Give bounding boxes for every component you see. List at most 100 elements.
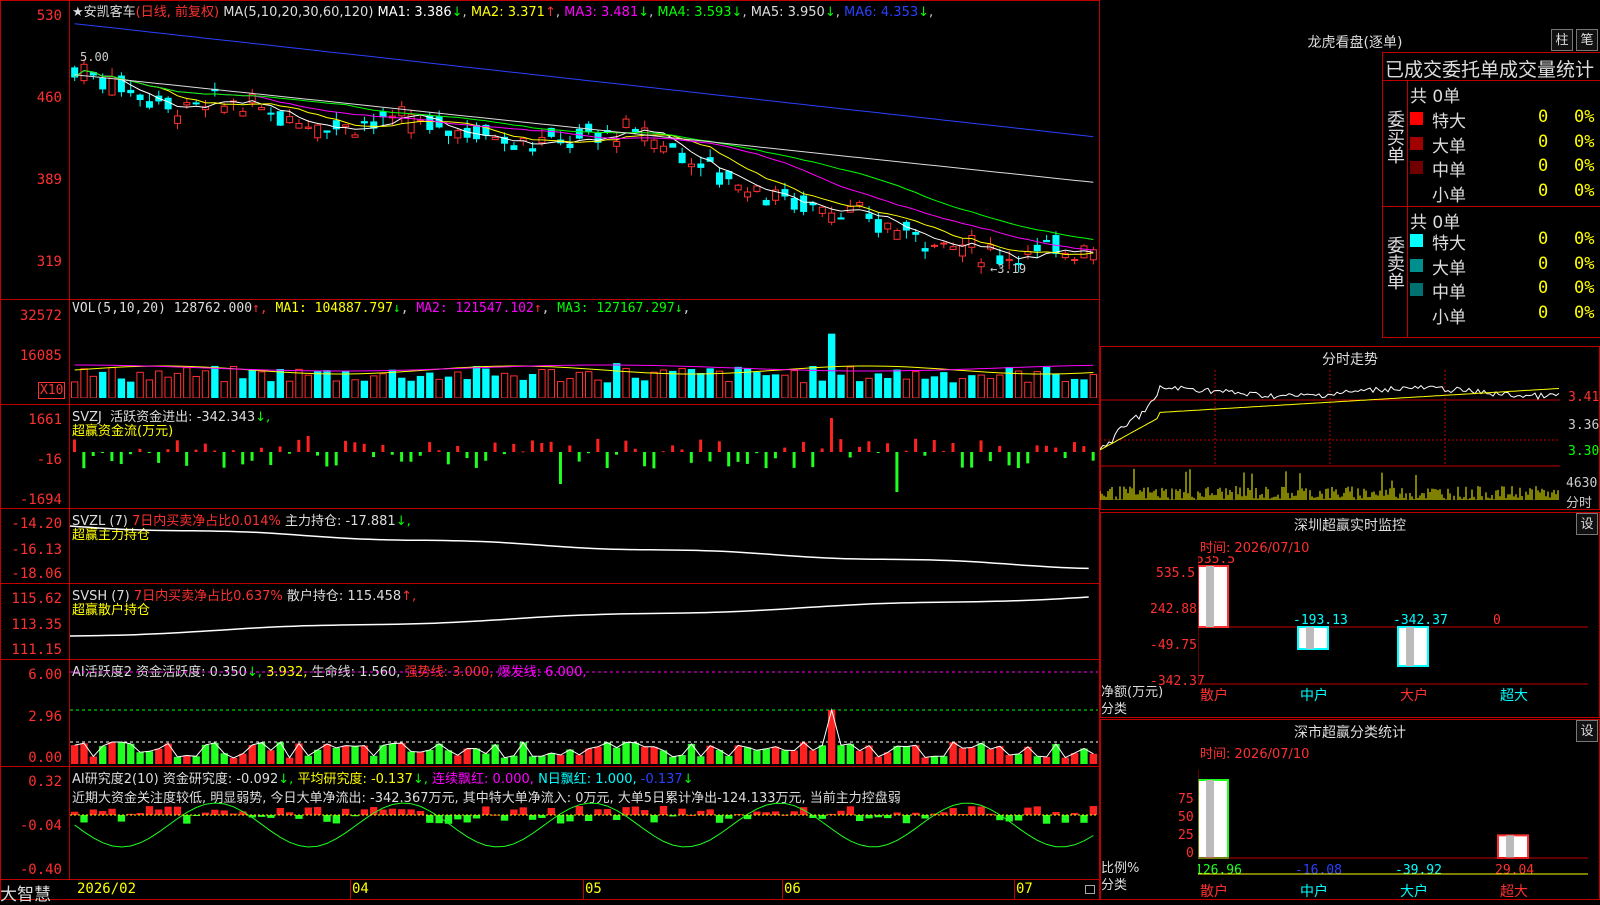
research-bar <box>388 808 397 815</box>
candlestick-chart[interactable] <box>70 18 1098 290</box>
candle-body <box>912 231 920 235</box>
price-tick: 530 <box>36 8 62 24</box>
color-swatch <box>1410 185 1423 199</box>
ai2-value: -0.092 <box>236 772 279 787</box>
candle-body <box>762 199 770 206</box>
flow-bar <box>119 452 123 465</box>
activity-bar <box>285 757 294 764</box>
research-bar <box>295 815 303 819</box>
color-swatch <box>1410 234 1423 247</box>
svsh-tick: 115.62 <box>11 591 62 607</box>
bar-mode-button[interactable]: 柱 <box>1551 29 1573 51</box>
flow-bar <box>269 452 273 466</box>
volume-bar <box>631 377 640 398</box>
research-chart[interactable] <box>70 795 1098 879</box>
research-bar <box>856 815 864 822</box>
ai2-last-arrow: ↓ <box>682 772 694 787</box>
date-tick: 06 <box>784 881 801 897</box>
intraday-price-mid: 3.360 <box>1568 418 1600 433</box>
flow-bar <box>1063 452 1067 458</box>
order-type-label: 中单 <box>1432 161 1466 181</box>
svzl-tick: -14.20 <box>11 516 62 532</box>
volume-bar <box>930 376 939 398</box>
stats-tick: 75 <box>1178 792 1194 807</box>
candle-body <box>650 139 658 149</box>
color-swatch <box>1410 283 1423 296</box>
stats-settings-button[interactable]: 设 <box>1576 720 1598 742</box>
research-bar <box>407 809 415 815</box>
activity-bar <box>398 743 406 764</box>
candle-body <box>622 118 630 129</box>
research-bar <box>678 808 686 815</box>
candle-body <box>220 105 228 113</box>
volume-bar <box>715 370 724 398</box>
flow-bar <box>914 438 918 452</box>
stats-bar-chart[interactable]: 126.96 散户 -16.08 中户 -39.92 大户 29.04 超大 <box>1198 770 1598 900</box>
monitor-settings-button[interactable]: 设 <box>1576 513 1598 535</box>
volume-bar <box>594 379 602 398</box>
volume-bar <box>1052 373 1060 398</box>
lock-icon[interactable] <box>1085 885 1095 894</box>
flow-bar <box>801 441 805 452</box>
intraday-vol: 4630 <box>1566 476 1598 491</box>
volume-bar <box>996 374 1004 398</box>
max-price-label: 5.00 <box>80 50 109 64</box>
volume-bar <box>519 379 527 398</box>
research-bar <box>276 808 284 815</box>
main-position-chart[interactable] <box>70 520 1098 582</box>
activity-bar <box>136 752 144 764</box>
flow-bar <box>876 452 880 453</box>
volume-bar <box>304 374 312 398</box>
activity-bar <box>538 756 546 764</box>
research-bar <box>398 809 406 815</box>
stats-tick: 0 <box>1186 846 1194 861</box>
flow-bar <box>708 452 712 462</box>
monitor-value: -193.13 <box>1293 613 1348 628</box>
flow-bar <box>558 452 562 484</box>
candle-body <box>529 148 537 152</box>
flow-bar <box>362 443 366 452</box>
monitor-tick: -49.75 <box>1150 638 1197 653</box>
flow-bar <box>287 452 291 454</box>
research-bar <box>183 815 191 824</box>
date-separator <box>583 880 584 900</box>
ma-line-5 <box>74 74 1094 183</box>
flow-bar <box>372 452 376 458</box>
volume-bar <box>379 373 387 398</box>
monitor-bar-shade <box>1306 626 1314 649</box>
volume-bar <box>846 366 855 398</box>
vol-tick: 16085 <box>19 348 62 364</box>
ai2-n: N日飘红: 1.000, <box>538 772 637 787</box>
monitor-bar-chart[interactable]: 535.5 散户 -193.13 中户 -342.37 大户 0 超大 <box>1198 556 1598 716</box>
monitor-tick: 535.5 <box>1156 566 1196 581</box>
volume-bar <box>1033 371 1041 398</box>
monitor-category: 中户 <box>1300 687 1328 704</box>
flow-bar <box>344 440 348 452</box>
pane-divider <box>0 659 1100 660</box>
activity-bar <box>771 746 780 764</box>
volume-bar <box>921 378 929 398</box>
monitor-bar-shade <box>1206 566 1214 627</box>
volume-bar <box>398 377 406 398</box>
intraday-chart[interactable] <box>1100 370 1565 510</box>
flow-bar <box>493 442 497 452</box>
volume-bar <box>743 368 752 398</box>
candle-body <box>930 244 938 247</box>
flow-bar <box>998 445 1002 452</box>
tick-mode-button[interactable]: 笔 <box>1576 29 1598 51</box>
svzj-tick: -16 <box>36 452 62 468</box>
candle-body <box>1080 245 1088 259</box>
research-bar <box>528 815 537 820</box>
candle-body <box>613 140 621 147</box>
activity-chart[interactable] <box>70 670 1098 764</box>
fund-flow-chart[interactable] <box>70 418 1098 506</box>
stats-tick: 50 <box>1178 810 1194 825</box>
research-bar <box>949 808 957 815</box>
volume-bar <box>771 374 780 398</box>
stats-title: 深市超赢分类统计 <box>1294 725 1406 741</box>
research-bar <box>996 815 1004 821</box>
volume-chart[interactable] <box>70 318 1098 398</box>
research-bar <box>603 809 612 815</box>
date-tick: 05 <box>585 881 602 897</box>
retail-position-chart[interactable] <box>70 596 1098 658</box>
